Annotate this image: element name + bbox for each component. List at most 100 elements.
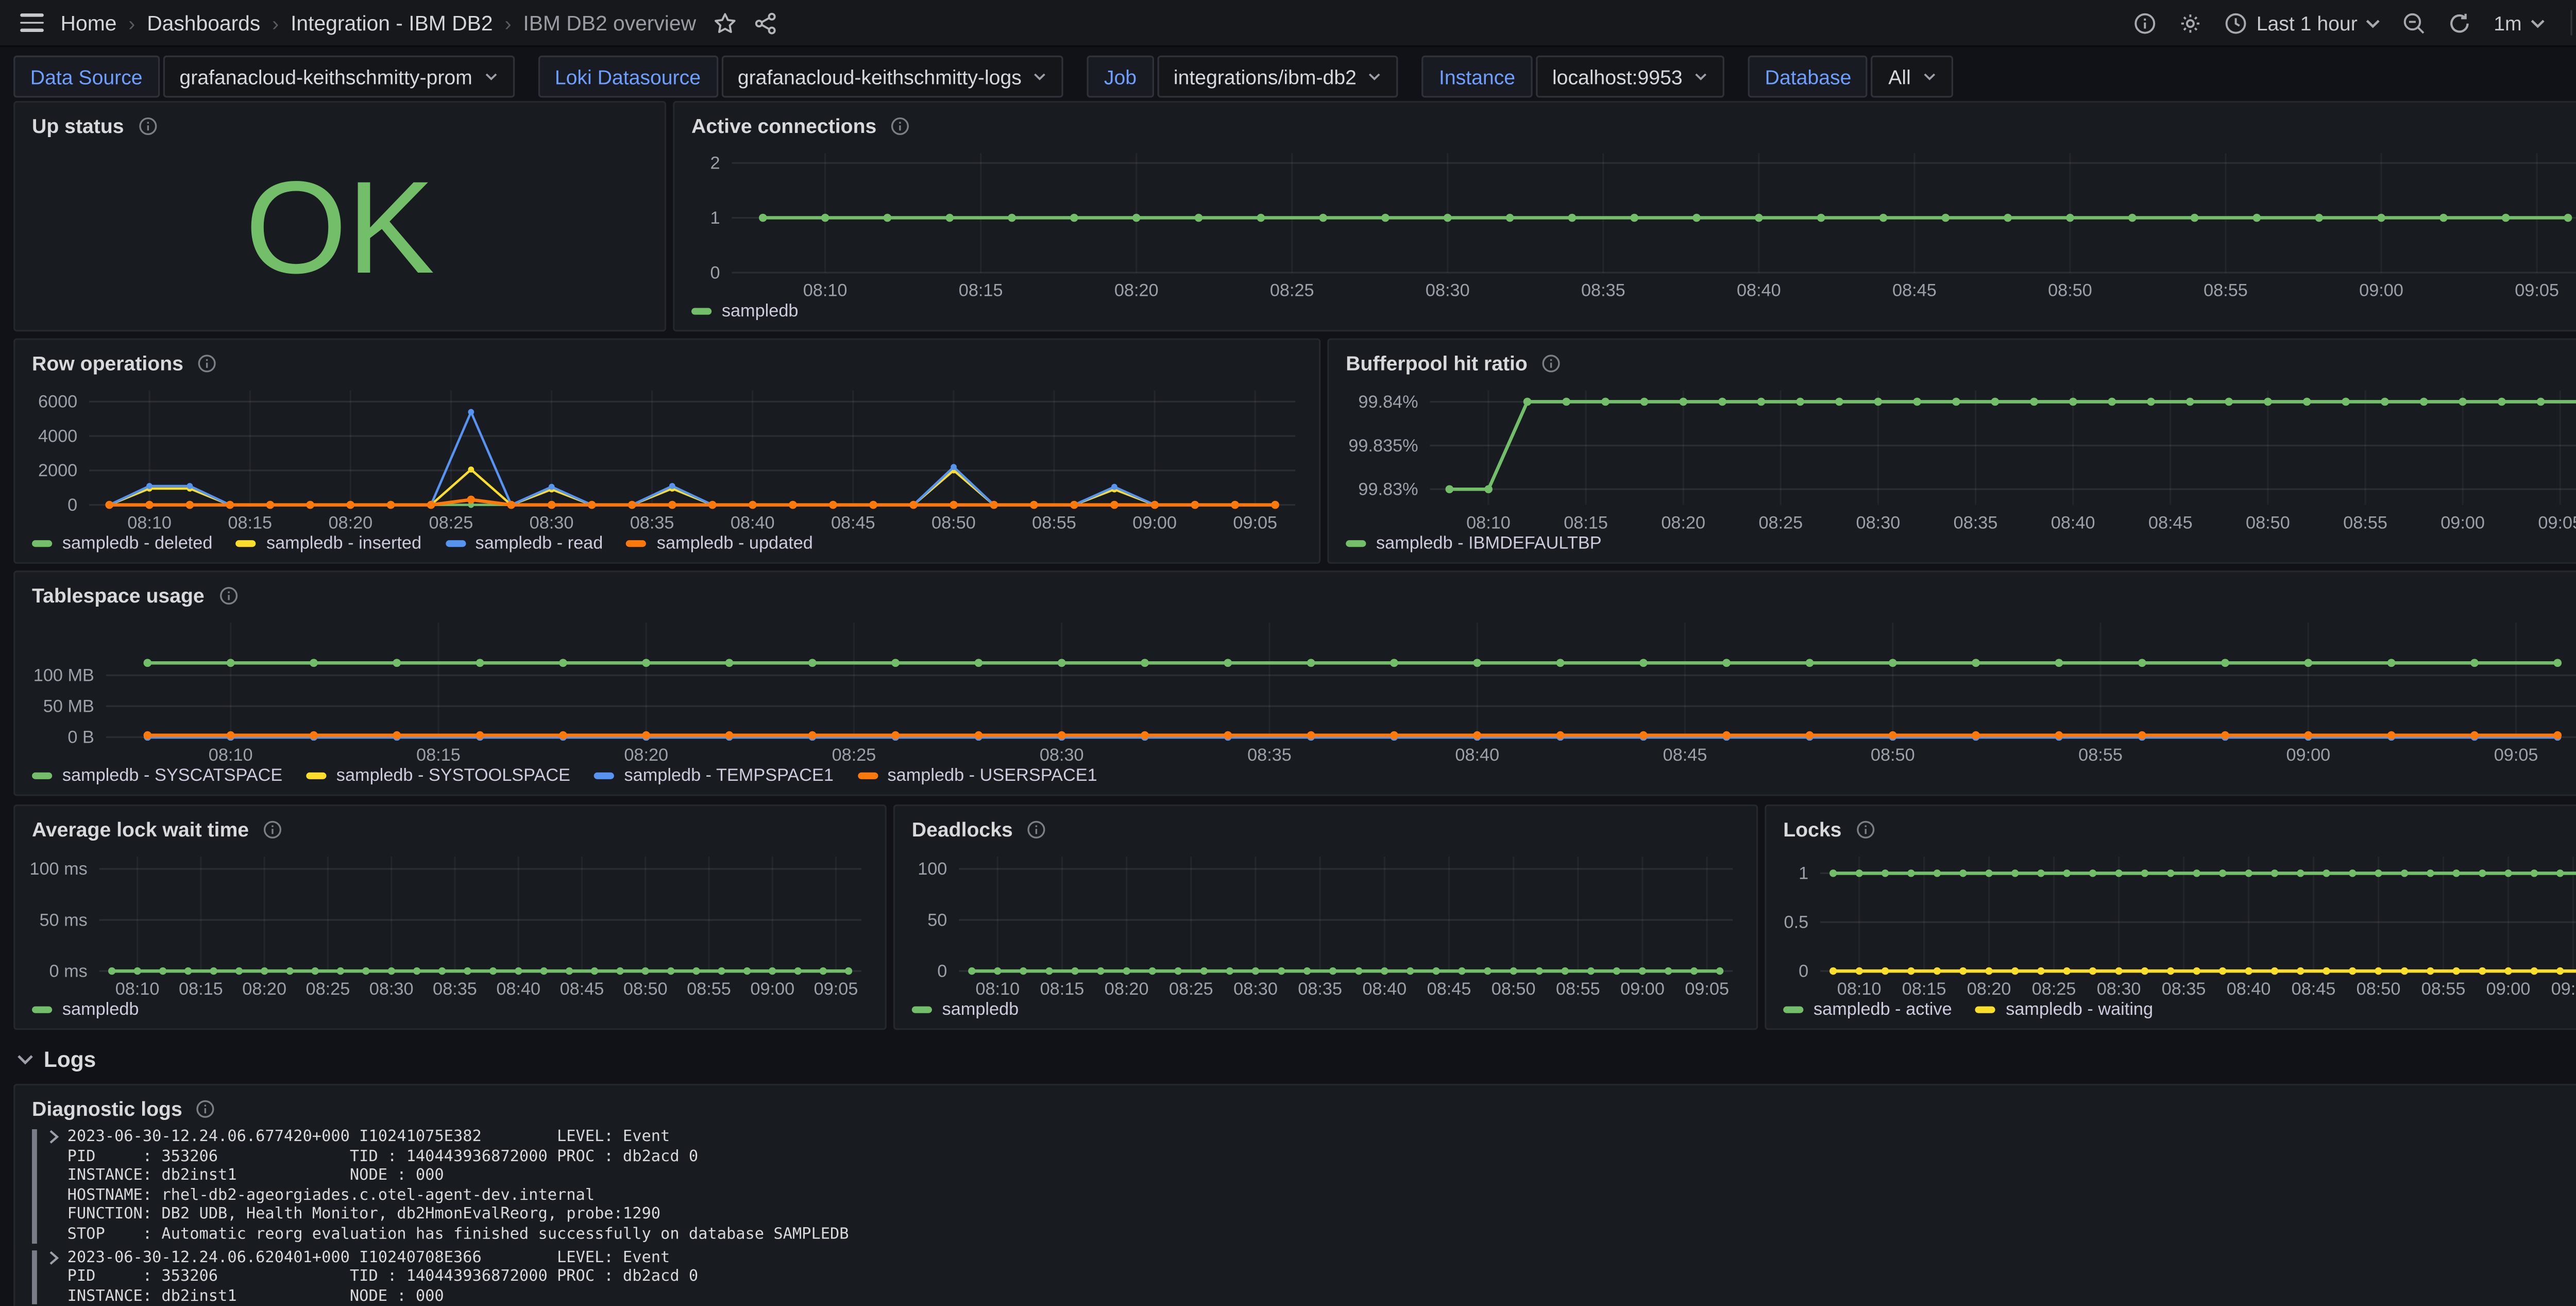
panel-bufferpool-hit-ratio: Bufferpool hit ratio 08:1008:1508:2008:2… (1327, 338, 2576, 564)
refresh-interval-picker[interactable]: 1m (2494, 11, 2545, 35)
svg-text:08:40: 08:40 (1737, 281, 1781, 300)
log-text: 2023-06-30-12.24.06.620401+000 I10240708… (67, 1248, 670, 1267)
filter-label: Job (1087, 56, 1154, 98)
legend-series-label: sampledb - waiting (2006, 1000, 2153, 1020)
log-entry[interactable]: 2023-06-30-12.24.06.677420+000 I10241075… (32, 1128, 2576, 1245)
row-operations-chart[interactable]: 08:1008:1508:2008:2508:3008:3508:4008:45… (22, 379, 1309, 533)
filter-loki-datasource-value[interactable]: grafanacloud-keithschmitty-logs (721, 56, 1063, 98)
tablespace-usage-chart[interactable]: 08:1008:1508:2008:2508:3008:3508:4008:45… (22, 611, 2576, 765)
legend-series-label: sampledb - SYSTOOLSPACE (336, 766, 570, 786)
panel-title[interactable]: Row operations (32, 351, 183, 375)
expand-log-icon[interactable] (49, 1128, 67, 1147)
breadcrumb-separator: › (272, 11, 279, 35)
refresh-icon[interactable] (2448, 11, 2472, 35)
info-icon[interactable] (262, 819, 282, 839)
info-icon[interactable] (1026, 819, 1046, 839)
locks-chart[interactable]: 08:1008:1508:2008:2508:3008:3508:4008:45… (1773, 845, 2576, 999)
chevron-down-icon (2530, 18, 2545, 28)
legend-item[interactable]: sampledb - read (445, 533, 603, 554)
share-icon[interactable] (753, 11, 777, 35)
legend-item[interactable]: sampledb - updated (626, 533, 813, 554)
zoom-out-icon[interactable] (2403, 11, 2427, 35)
favorite-star-icon[interactable] (713, 11, 737, 35)
info-icon[interactable] (1855, 819, 1875, 839)
legend-series-marker (32, 773, 52, 779)
menu-icon[interactable] (20, 13, 44, 32)
avg-lock-wait-legend: sampledb (15, 1000, 885, 1029)
legend-item[interactable]: sampledb - TEMPSPACE1 (594, 766, 834, 786)
panel-title[interactable]: Active connections (691, 113, 876, 137)
svg-text:08:20: 08:20 (1661, 513, 1705, 532)
panel-title[interactable]: Bufferpool hit ratio (1346, 351, 1528, 375)
deadlocks-legend: sampledb (895, 1000, 1756, 1029)
filter-database-value[interactable]: All (1872, 56, 1953, 98)
svg-text:08:35: 08:35 (1954, 513, 1998, 532)
legend-series-marker (626, 540, 647, 547)
svg-text:08:45: 08:45 (1427, 979, 1471, 999)
log-entry[interactable]: 2023-06-30-12.24.06.620401+000 I10240708… (32, 1248, 2576, 1305)
panel-title[interactable]: Tablespace usage (32, 583, 205, 607)
legend-item[interactable]: sampledb - active (1783, 1000, 1952, 1020)
log-text: STOP : Automatic reorg evaluation has fi… (67, 1225, 849, 1245)
legend-series-marker (912, 1007, 932, 1013)
active-connections-chart[interactable]: 08:1008:1508:2008:2508:3008:3508:4008:45… (681, 141, 2576, 301)
legend-series-label: sampledb - USERSPACE1 (888, 766, 1097, 786)
filter-instance-value[interactable]: localhost:9953 (1535, 56, 1724, 98)
legend-item[interactable]: sampledb - SYSTOOLSPACE (306, 766, 570, 786)
legend-item[interactable]: sampledb (912, 1000, 1019, 1020)
svg-text:0: 0 (67, 495, 77, 515)
svg-text:08:25: 08:25 (2032, 979, 2076, 999)
legend-item[interactable]: sampledb - USERSPACE1 (857, 766, 1097, 786)
panel-title[interactable]: Deadlocks (912, 817, 1013, 841)
avg-lock-wait-chart[interactable]: 08:1008:1508:2008:2508:3008:3508:4008:45… (22, 845, 875, 999)
legend-item[interactable]: sampledb - inserted (236, 533, 421, 554)
svg-text:08:20: 08:20 (1114, 281, 1159, 300)
svg-text:09:00: 09:00 (2359, 281, 2403, 300)
filter-job: Job integrations/ibm-db2 (1087, 56, 1398, 98)
panel-title[interactable]: Average lock wait time (32, 817, 249, 841)
breadcrumb-folder[interactable]: Integration - IBM DB2 (291, 11, 493, 35)
legend-series-marker (236, 540, 256, 547)
info-icon[interactable] (196, 1098, 216, 1118)
legend-series-marker (1783, 1007, 1803, 1013)
bufferpool-chart[interactable]: 08:1008:1508:2008:2508:3008:3508:4008:45… (1336, 379, 2576, 533)
panel-title[interactable]: Diagnostic logs (32, 1096, 182, 1120)
top-nav: Home › Dashboards › Integration - IBM DB… (0, 0, 2576, 47)
panel-deadlocks: Deadlocks 08:1008:1508:2008:2508:3008:35… (893, 805, 1758, 1030)
svg-text:08:50: 08:50 (1871, 745, 1915, 765)
expand-log-icon[interactable] (49, 1248, 67, 1267)
filter-data-source-value[interactable]: grafanacloud-keithschmitty-prom (163, 56, 515, 98)
clock-icon (2225, 11, 2248, 35)
panel-title[interactable]: Locks (1783, 817, 1841, 841)
info-icon[interactable] (218, 585, 238, 605)
info-icon[interactable] (1541, 353, 1561, 373)
legend-item[interactable]: sampledb (691, 301, 798, 321)
info-icon[interactable] (197, 353, 217, 373)
logs-section-toggle[interactable]: Logs (17, 1047, 96, 1072)
svg-text:99.83%: 99.83% (1358, 480, 1418, 499)
breadcrumb-dashboards[interactable]: Dashboards (147, 11, 260, 35)
svg-text:08:10: 08:10 (209, 745, 253, 765)
time-range-picker[interactable]: Last 1 hour (2225, 11, 2381, 35)
svg-text:08:30: 08:30 (530, 513, 574, 532)
svg-text:0 ms: 0 ms (49, 962, 88, 981)
svg-text:08:30: 08:30 (369, 979, 414, 999)
settings-gear-icon[interactable] (2179, 11, 2202, 35)
legend-item[interactable]: sampledb - deleted (32, 533, 212, 554)
breadcrumb-separator: › (504, 11, 511, 35)
legend-series-marker (691, 308, 711, 315)
filter-job-value[interactable]: integrations/ibm-db2 (1157, 56, 1398, 98)
legend-series-marker (306, 773, 326, 779)
legend-item[interactable]: sampledb - SYSCATSPACE (32, 766, 282, 786)
legend-item[interactable]: sampledb (32, 1000, 139, 1020)
svg-text:09:05: 09:05 (814, 979, 858, 999)
deadlocks-chart[interactable]: 08:1008:1508:2008:2508:3008:3508:4008:45… (902, 845, 1746, 999)
legend-item[interactable]: sampledb - IBMDEFAULTBP (1346, 533, 1601, 554)
breadcrumb-home[interactable]: Home (61, 11, 117, 35)
dashboard-info-icon[interactable] (2133, 11, 2157, 35)
info-icon[interactable] (890, 115, 910, 136)
svg-text:08:40: 08:40 (496, 979, 540, 999)
legend-item[interactable]: sampledb - waiting (1975, 1000, 2153, 1020)
svg-text:100 ms: 100 ms (29, 859, 87, 879)
dashboard-body: Data Source grafanacloud-keithschmitty-p… (0, 47, 2576, 1305)
